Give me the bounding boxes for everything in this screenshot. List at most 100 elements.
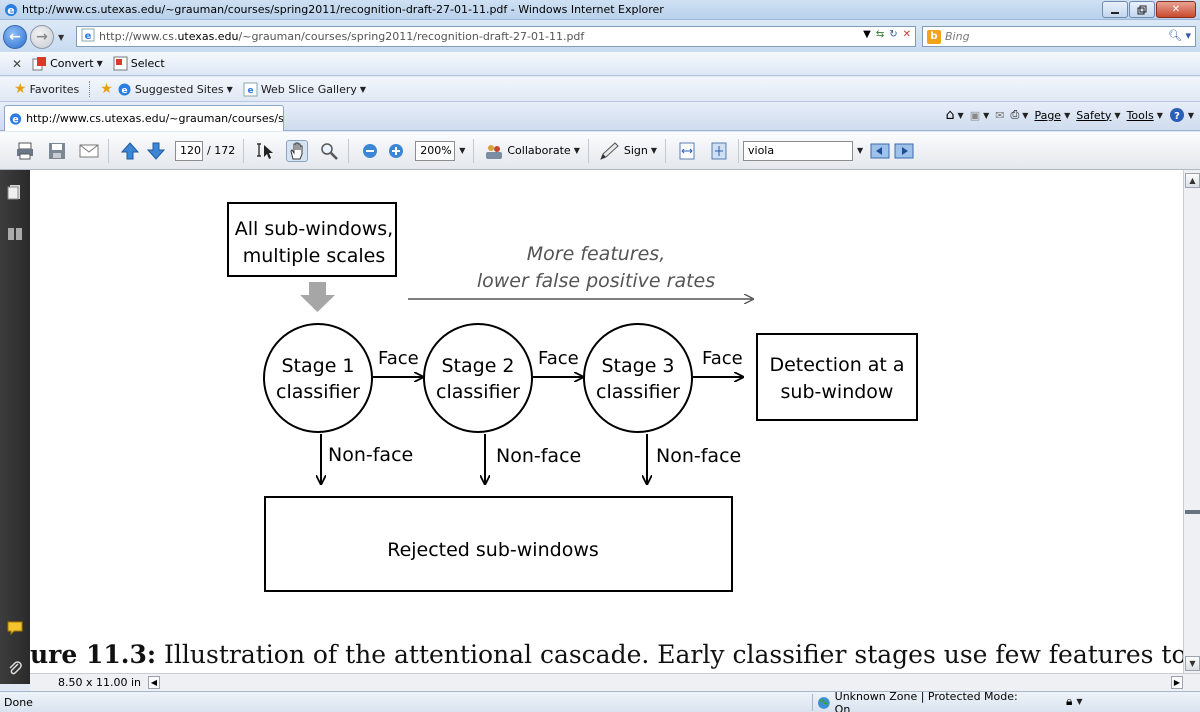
stage-1-label: Stage 1 (281, 355, 354, 377)
page-size-indicator: 8.50 x 11.00 in (58, 676, 142, 689)
tab-ie-icon: e (9, 112, 22, 125)
previous-page-button[interactable] (119, 140, 141, 162)
chevron-down-icon: ▼ (1064, 110, 1071, 120)
hand-tool[interactable] (286, 139, 309, 162)
vertical-scrollbar[interactable]: ▲ ▼ (1183, 170, 1200, 673)
fit-page-icon (711, 142, 727, 159)
chevron-right-icon: ▶ (1173, 678, 1181, 687)
window-title-bar: e http://www.cs.utexas.edu/~grauman/cour… (0, 0, 1200, 20)
security-zone[interactable]: Unknown Zone | Protected Mode: On (812, 690, 1032, 712)
add-to-favorites-button[interactable]: ★ (100, 81, 113, 97)
convert-button[interactable]: Convert ▼ (32, 56, 103, 71)
feeds-button[interactable]: ▣ ▼ (970, 109, 990, 122)
attachments-panel-icon[interactable] (7, 226, 23, 242)
scroll-left-button[interactable]: ◀ (148, 676, 160, 689)
search-input[interactable]: b Bing 🔍︎ ▾ (922, 26, 1196, 47)
fit-width-button[interactable] (676, 140, 698, 162)
annotation-line-1: More features, (527, 243, 666, 265)
next-page-button[interactable] (145, 140, 167, 162)
chevron-down-icon: ▼ (650, 146, 657, 155)
add-favorite-icon: ★ (100, 81, 113, 97)
page-menu-button[interactable]: Page ▼ (1034, 109, 1070, 122)
stage-1-classifier (263, 323, 373, 433)
rejected-label: Rejected sub-windows (387, 539, 599, 561)
tab-current-page[interactable]: e http://www.cs.utexas.edu/~grauman/cour… (4, 105, 284, 131)
pages-panel-icon[interactable] (7, 184, 23, 200)
close-icon: ✕ (1171, 4, 1181, 15)
find-input[interactable]: viola (743, 140, 853, 161)
protected-mode-icon[interactable]: 🔒︎ (1066, 694, 1072, 709)
url-input[interactable]: e http://www.cs.utexas.edu/~grauman/cour… (76, 26, 916, 47)
restore-button[interactable] (1129, 1, 1155, 18)
find-dropdown-icon[interactable]: ▼ (857, 146, 863, 155)
refresh-icon[interactable]: ↻ (889, 29, 897, 40)
print-button[interactable]: ⎙ ▼ (1010, 108, 1028, 122)
help-button[interactable]: ? ▼ (1169, 107, 1194, 123)
comments-panel-icon[interactable] (7, 620, 23, 636)
email-pdf-button[interactable] (78, 140, 100, 162)
nonface-label-3: Non-face (656, 445, 741, 467)
find-previous-icon (870, 143, 890, 158)
home-button[interactable]: ⌂ ▼ (946, 107, 964, 123)
suggested-sites-button[interactable]: e Suggested Sites ▼ (117, 82, 233, 97)
scroll-up-button[interactable]: ▲ (1185, 173, 1200, 188)
scroll-down-button[interactable]: ▼ (1185, 656, 1200, 671)
svg-text:e: e (12, 114, 18, 125)
status-text: Done (4, 696, 33, 709)
collaborate-icon (486, 144, 503, 159)
stage-3-label: Stage 3 (601, 355, 674, 377)
read-mail-button[interactable]: ✉ (995, 109, 1004, 122)
find-next-button[interactable] (893, 140, 915, 162)
search-icon[interactable]: 🔍︎ ▾ (1168, 29, 1191, 42)
scroll-right-button[interactable]: ▶ (1171, 676, 1183, 689)
sign-button[interactable]: Sign ▼ (599, 141, 657, 161)
zoom-level-input[interactable]: 200% (415, 140, 456, 161)
zoom-out-button[interactable] (359, 140, 381, 162)
close-toolbar-icon[interactable]: ✕ (12, 57, 22, 71)
compatibility-view-icon[interactable]: ⇆ (876, 29, 884, 40)
paperclip-icon[interactable] (7, 660, 23, 676)
zoom-dropdown-icon[interactable]: ▼ (459, 146, 465, 155)
favorites-bar: ★ Favorites ★ e Suggested Sites ▼ e Web … (0, 77, 1200, 102)
web-slice-gallery-button[interactable]: e Web Slice Gallery ▼ (243, 82, 366, 97)
scroll-thumb[interactable] (1185, 510, 1200, 514)
pdf-toolbar: 120 / 172 200% ▼ Collaborate ▼ Sign ▼ vi… (0, 132, 1200, 170)
address-bar: ← → ▼ e http://www.cs.utexas.edu/~grauma… (0, 20, 1200, 52)
find-next-icon (894, 143, 914, 158)
select-button[interactable]: Select (113, 56, 165, 71)
zoom-in-button[interactable] (385, 140, 407, 162)
back-button[interactable]: ← (3, 25, 27, 49)
tab-label: http://www.cs.utexas.edu/~grauman/course… (26, 112, 283, 125)
find-previous-button[interactable] (869, 140, 891, 162)
marquee-zoom-tool[interactable] (318, 140, 340, 162)
forward-arrow-icon: → (36, 29, 48, 45)
minimize-button[interactable] (1102, 1, 1128, 18)
home-icon: ⌂ (945, 107, 955, 123)
pdf-document-view[interactable]: All sub-windows, multiple scales More fe… (30, 170, 1183, 673)
chevron-down-icon: ▼ (359, 84, 367, 94)
stage-2-label: Stage 2 (441, 355, 514, 377)
help-icon: ? (1169, 108, 1184, 122)
stage-1-sublabel: classifier (276, 381, 360, 403)
select-text-tool[interactable] (254, 140, 276, 162)
command-bar: ⌂ ▼ ▣ ▼ ✉ ⎙ ▼ Page ▼ Safety ▼ Tools ▼ ? ▼ (946, 107, 1194, 123)
fit-page-button[interactable] (708, 140, 730, 162)
collaborate-button[interactable]: Collaborate ▼ (484, 141, 580, 161)
stage-2-classifier (423, 323, 533, 433)
safety-menu-button[interactable]: Safety ▼ (1076, 109, 1120, 122)
page-number-input[interactable]: 120 (175, 140, 203, 161)
url-dropdown-icon[interactable]: ▼ (863, 29, 871, 40)
forward-button[interactable]: → (30, 25, 54, 49)
page-total: / 172 (207, 144, 236, 157)
close-window-button[interactable]: ✕ (1156, 1, 1196, 18)
save-pdf-button[interactable] (46, 140, 68, 162)
print-pdf-button[interactable] (14, 140, 36, 162)
stop-icon[interactable]: ✕ (903, 29, 911, 40)
detection-line-1: Detection at a (769, 354, 904, 376)
favorites-button[interactable]: ★ Favorites (14, 81, 79, 97)
ie-logo-icon: e (4, 3, 18, 20)
tools-menu-button[interactable]: Tools ▼ (1127, 109, 1163, 122)
chevron-down-icon[interactable]: ▼ (1076, 697, 1082, 706)
recent-pages-dropdown[interactable]: ▼ (58, 33, 64, 42)
printer-icon: ⎙ (1010, 108, 1020, 121)
